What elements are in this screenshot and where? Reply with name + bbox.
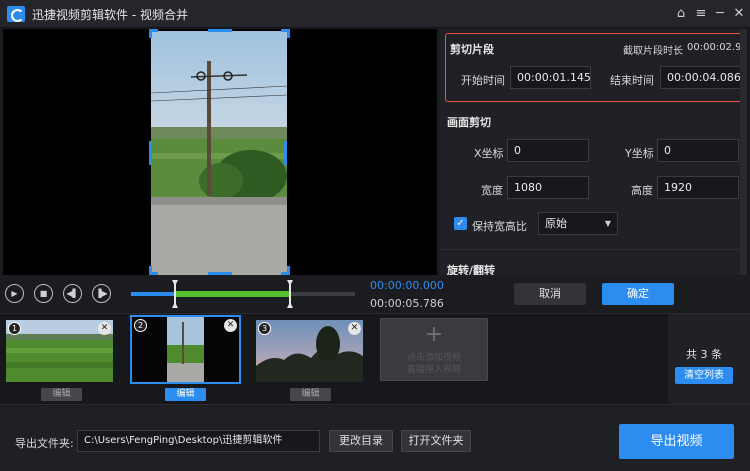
remove-clip-icon[interactable]: ✕ [224,319,237,332]
y-coord-label: Y坐标 [625,147,654,160]
clip-thumbnail[interactable]: 3 ✕ [256,320,363,382]
menu-icon[interactable]: ≡ [691,4,711,24]
clip-3-image [256,320,363,382]
clip-thumbnail[interactable]: 1 ✕ [6,320,113,382]
export-folder-input[interactable]: C:\Users\FengPing\Desktop\迅捷剪辑软件 [77,430,320,452]
end-time-input[interactable]: 00:00:04.086 [660,66,741,89]
remove-clip-icon[interactable]: ✕ [348,322,361,335]
selection-end-handle[interactable] [287,280,293,308]
cancel-button[interactable]: 取消 [514,283,586,305]
export-folder-label: 导出文件夹: [15,437,74,450]
ratio-select-value: 原始 [545,217,567,230]
height-input[interactable]: 1920 [657,176,739,199]
x-coord-label: X坐标 [474,147,504,160]
rotate-title: 旋转/翻转 [447,264,496,275]
crop-handle-top-right[interactable] [281,29,290,38]
clip-number-badge: 1 [8,322,21,335]
start-time-label: 开始时间 [461,74,505,87]
crop-handle-bottom[interactable] [208,272,232,275]
end-time-label: 结束时间 [610,74,654,87]
y-coord-input[interactable]: 0 [657,139,739,162]
clip-duration-label: 截取片段时长 [623,46,683,57]
preview-image [151,31,287,275]
start-time-input[interactable]: 00:00:01.145 [510,66,591,89]
remove-clip-icon[interactable]: ✕ [98,322,111,335]
crop-handle-top-left[interactable] [149,29,158,38]
ratio-select[interactable]: 原始 ▼ [538,212,618,235]
keep-ratio-label: 保持宽高比 [472,220,527,233]
crop-handle-bottom-left[interactable] [149,266,158,275]
timeline[interactable] [131,280,355,310]
prev-frame-icon[interactable]: ◀▌ [63,284,82,303]
export-video-button[interactable]: 导出视频 [619,424,734,459]
video-frame[interactable] [151,31,287,275]
next-frame-icon[interactable]: ▐▶ [92,284,111,303]
settings-panel: 剪切片段 截取片段时长 00:00:02.941 开始时间 00:00:01.1… [440,29,747,275]
clip-count: 共 3 条 [686,348,722,361]
edit-clip-button[interactable]: 编辑 [41,388,82,401]
clip-thumbnail[interactable]: 2 ✕ [132,317,239,382]
clear-list-button[interactable]: 清空列表 [675,367,733,384]
selection-start-handle[interactable] [172,280,178,308]
clip-1-image [6,320,113,382]
clip-2-image [167,317,204,382]
crop-handle-right[interactable] [284,141,287,165]
crop-handle-bottom-right[interactable] [281,266,290,275]
width-label: 宽度 [481,184,503,197]
timeline-selection [175,291,290,297]
title-bar: 迅捷视频剪辑软件 - 视频合并 ⌂ ≡ ─ ✕ [0,0,750,28]
scissors-logo-icon [7,6,25,22]
x-coord-input[interactable]: 0 [507,139,589,162]
home-icon[interactable]: ⌂ [671,4,691,24]
crop-title: 画面剪切 [447,116,491,129]
add-clip-button[interactable]: + 点击添加视频 直接拖入视频 [380,318,488,381]
panel-scrollbar[interactable] [740,29,747,275]
app-title: 迅捷视频剪辑软件 - 视频合并 [32,8,188,22]
minimize-icon[interactable]: ─ [710,4,730,24]
play-icon[interactable]: ▶ [5,284,24,303]
crop-handle-top[interactable] [208,29,232,32]
timeline-played [131,292,175,296]
plus-icon: + [424,322,444,347]
clip-duration-value: 00:00:02.941 [687,42,747,53]
close-icon[interactable]: ✕ [729,4,749,24]
stop-icon[interactable]: ■ [34,284,53,303]
crop-handle-left[interactable] [149,141,152,165]
total-time: 00:00:05.786 [370,297,444,310]
clip-segment-title: 剪切片段 [450,43,494,56]
export-bar: 导出文件夹: C:\Users\FengPing\Desktop\迅捷剪辑软件 … [0,406,750,471]
clip-segment-section: 剪切片段 截取片段时长 00:00:02.941 开始时间 00:00:01.1… [445,33,747,102]
clip-list-summary: 共 3 条 清空列表 [668,314,750,404]
chevron-down-icon: ▼ [604,219,611,228]
add-clip-text: 点击添加视频 直接拖入视频 [406,353,461,375]
clip-number-badge: 2 [134,319,147,332]
width-input[interactable]: 1080 [507,176,589,199]
divider [440,249,747,250]
video-preview [3,29,437,275]
height-label: 高度 [631,184,653,197]
open-folder-button[interactable]: 打开文件夹 [401,430,471,452]
edit-clip-button[interactable]: 编辑 [165,388,206,401]
current-time: 00:00:00.000 [370,279,444,292]
keep-ratio-checkbox[interactable]: ✓ [454,217,467,230]
clip-list: 1 ✕ 编辑 2 ✕ 编辑 3 ✕ 编辑 + 点击添加视频 直接拖入视频 共 3… [0,313,750,405]
edit-clip-button[interactable]: 编辑 [290,388,331,401]
confirm-button[interactable]: 确定 [602,283,674,305]
change-directory-button[interactable]: 更改目录 [329,430,393,452]
clip-number-badge: 3 [258,322,271,335]
